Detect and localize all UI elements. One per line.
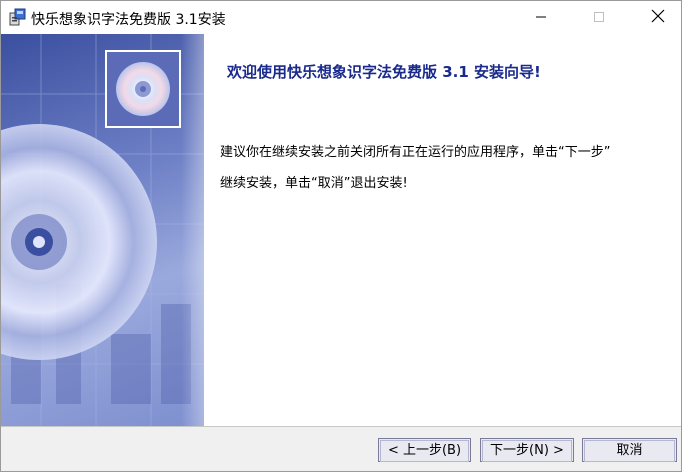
cd-disc-icon — [105, 50, 181, 128]
minimize-icon — [535, 8, 547, 27]
installer-icon — [9, 8, 27, 26]
installer-window: 快乐想象识字法免费版 3.1安装 欢迎使用快乐想象识字法免费版 3.1 安装向导… — [0, 0, 682, 472]
wizard-banner-image — [1, 34, 204, 426]
wizard-content: 欢迎使用快乐想象识字法免费版 3.1 安装向导! 建议你在继续安装之前关闭所有正… — [204, 34, 681, 426]
cancel-button[interactable]: 取消 — [582, 438, 677, 462]
message-line: 继续安装，单击“取消”退出安装! — [220, 176, 408, 191]
cancel-button-label: 取消 — [584, 440, 675, 462]
maximize-button[interactable] — [576, 1, 622, 34]
maximize-icon — [593, 8, 605, 27]
close-button[interactable] — [635, 1, 681, 34]
title-bar[interactable]: 快乐想象识字法免费版 3.1安装 — [1, 1, 681, 34]
wizard-footer: < 上一步(B) 下一步(N) > 取消 — [1, 426, 681, 471]
close-icon — [651, 8, 665, 27]
next-button-label: 下一步(N) > — [482, 440, 572, 462]
next-button[interactable]: 下一步(N) > — [480, 438, 574, 462]
minimize-button[interactable] — [518, 1, 564, 34]
window-title: 快乐想象识字法免费版 3.1安装 — [31, 12, 226, 28]
back-button-label: < 上一步(B) — [380, 440, 469, 462]
message-line: 建议你在继续安装之前关闭所有正在运行的应用程序，单击“下一步” — [220, 145, 611, 160]
wizard-heading: 欢迎使用快乐想象识字法免费版 3.1 安装向导! — [227, 63, 541, 81]
wizard-message: 建议你在继续安装之前关闭所有正在运行的应用程序，单击“下一步” 继续安装，单击“… — [220, 137, 672, 199]
back-button[interactable]: < 上一步(B) — [378, 438, 471, 462]
